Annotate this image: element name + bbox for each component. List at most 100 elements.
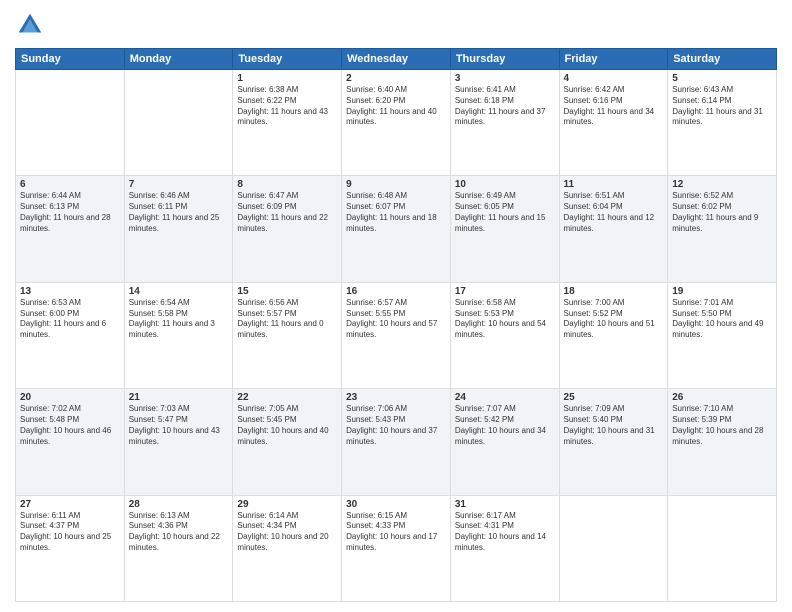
calendar-cell [668,495,777,601]
calendar-cell: 27Sunrise: 6:11 AMSunset: 4:37 PMDayligh… [16,495,125,601]
cell-content: Sunrise: 6:13 AMSunset: 4:36 PMDaylight:… [129,511,229,554]
calendar-cell: 2Sunrise: 6:40 AMSunset: 6:20 PMDaylight… [342,70,451,176]
cell-content: Sunrise: 7:00 AMSunset: 5:52 PMDaylight:… [564,298,664,341]
day-number: 29 [237,499,337,510]
weekday-header: Friday [559,49,668,70]
cell-content: Sunrise: 6:56 AMSunset: 5:57 PMDaylight:… [237,298,337,341]
calendar-header-row: SundayMondayTuesdayWednesdayThursdayFrid… [16,49,777,70]
day-number: 14 [129,286,229,297]
calendar-cell: 5Sunrise: 6:43 AMSunset: 6:14 PMDaylight… [668,70,777,176]
day-number: 27 [20,499,120,510]
calendar-cell: 1Sunrise: 6:38 AMSunset: 6:22 PMDaylight… [233,70,342,176]
cell-content: Sunrise: 6:14 AMSunset: 4:34 PMDaylight:… [237,511,337,554]
cell-content: Sunrise: 6:58 AMSunset: 5:53 PMDaylight:… [455,298,555,341]
day-number: 15 [237,286,337,297]
cell-content: Sunrise: 6:38 AMSunset: 6:22 PMDaylight:… [237,85,337,128]
calendar-cell: 23Sunrise: 7:06 AMSunset: 5:43 PMDayligh… [342,389,451,495]
calendar-week-row: 1Sunrise: 6:38 AMSunset: 6:22 PMDaylight… [16,70,777,176]
cell-content: Sunrise: 6:47 AMSunset: 6:09 PMDaylight:… [237,191,337,234]
cell-content: Sunrise: 6:11 AMSunset: 4:37 PMDaylight:… [20,511,120,554]
cell-content: Sunrise: 6:15 AMSunset: 4:33 PMDaylight:… [346,511,446,554]
calendar-cell: 7Sunrise: 6:46 AMSunset: 6:11 PMDaylight… [124,176,233,282]
calendar-cell: 15Sunrise: 6:56 AMSunset: 5:57 PMDayligh… [233,282,342,388]
day-number: 26 [672,392,772,403]
cell-content: Sunrise: 7:09 AMSunset: 5:40 PMDaylight:… [564,404,664,447]
day-number: 30 [346,499,446,510]
day-number: 23 [346,392,446,403]
day-number: 20 [20,392,120,403]
calendar-cell: 3Sunrise: 6:41 AMSunset: 6:18 PMDaylight… [450,70,559,176]
calendar-cell: 17Sunrise: 6:58 AMSunset: 5:53 PMDayligh… [450,282,559,388]
header [15,10,777,40]
calendar-cell: 22Sunrise: 7:05 AMSunset: 5:45 PMDayligh… [233,389,342,495]
cell-content: Sunrise: 6:43 AMSunset: 6:14 PMDaylight:… [672,85,772,128]
day-number: 19 [672,286,772,297]
day-number: 3 [455,73,555,84]
calendar-week-row: 13Sunrise: 6:53 AMSunset: 6:00 PMDayligh… [16,282,777,388]
calendar-cell: 26Sunrise: 7:10 AMSunset: 5:39 PMDayligh… [668,389,777,495]
cell-content: Sunrise: 6:53 AMSunset: 6:00 PMDaylight:… [20,298,120,341]
calendar-week-row: 27Sunrise: 6:11 AMSunset: 4:37 PMDayligh… [16,495,777,601]
cell-content: Sunrise: 6:48 AMSunset: 6:07 PMDaylight:… [346,191,446,234]
cell-content: Sunrise: 6:54 AMSunset: 5:58 PMDaylight:… [129,298,229,341]
day-number: 22 [237,392,337,403]
weekday-header: Monday [124,49,233,70]
calendar-cell: 12Sunrise: 6:52 AMSunset: 6:02 PMDayligh… [668,176,777,282]
day-number: 24 [455,392,555,403]
calendar-cell: 11Sunrise: 6:51 AMSunset: 6:04 PMDayligh… [559,176,668,282]
calendar-cell: 8Sunrise: 6:47 AMSunset: 6:09 PMDaylight… [233,176,342,282]
calendar-cell [16,70,125,176]
cell-content: Sunrise: 7:05 AMSunset: 5:45 PMDaylight:… [237,404,337,447]
calendar-cell: 16Sunrise: 6:57 AMSunset: 5:55 PMDayligh… [342,282,451,388]
day-number: 9 [346,179,446,190]
day-number: 8 [237,179,337,190]
cell-content: Sunrise: 7:06 AMSunset: 5:43 PMDaylight:… [346,404,446,447]
cell-content: Sunrise: 7:03 AMSunset: 5:47 PMDaylight:… [129,404,229,447]
calendar-cell: 24Sunrise: 7:07 AMSunset: 5:42 PMDayligh… [450,389,559,495]
calendar-cell: 31Sunrise: 6:17 AMSunset: 4:31 PMDayligh… [450,495,559,601]
calendar-cell: 14Sunrise: 6:54 AMSunset: 5:58 PMDayligh… [124,282,233,388]
calendar-cell [124,70,233,176]
cell-content: Sunrise: 6:51 AMSunset: 6:04 PMDaylight:… [564,191,664,234]
weekday-header: Tuesday [233,49,342,70]
day-number: 11 [564,179,664,190]
cell-content: Sunrise: 6:41 AMSunset: 6:18 PMDaylight:… [455,85,555,128]
calendar-cell: 4Sunrise: 6:42 AMSunset: 6:16 PMDaylight… [559,70,668,176]
cell-content: Sunrise: 6:49 AMSunset: 6:05 PMDaylight:… [455,191,555,234]
calendar-cell: 25Sunrise: 7:09 AMSunset: 5:40 PMDayligh… [559,389,668,495]
day-number: 1 [237,73,337,84]
day-number: 28 [129,499,229,510]
weekday-header: Thursday [450,49,559,70]
day-number: 13 [20,286,120,297]
calendar-cell: 13Sunrise: 6:53 AMSunset: 6:00 PMDayligh… [16,282,125,388]
calendar-cell: 9Sunrise: 6:48 AMSunset: 6:07 PMDaylight… [342,176,451,282]
calendar-cell: 18Sunrise: 7:00 AMSunset: 5:52 PMDayligh… [559,282,668,388]
day-number: 6 [20,179,120,190]
cell-content: Sunrise: 7:10 AMSunset: 5:39 PMDaylight:… [672,404,772,447]
cell-content: Sunrise: 6:44 AMSunset: 6:13 PMDaylight:… [20,191,120,234]
day-number: 16 [346,286,446,297]
day-number: 10 [455,179,555,190]
logo [15,10,49,40]
calendar-cell: 21Sunrise: 7:03 AMSunset: 5:47 PMDayligh… [124,389,233,495]
page: SundayMondayTuesdayWednesdayThursdayFrid… [0,0,792,612]
calendar-cell: 10Sunrise: 6:49 AMSunset: 6:05 PMDayligh… [450,176,559,282]
cell-content: Sunrise: 6:52 AMSunset: 6:02 PMDaylight:… [672,191,772,234]
calendar-cell: 20Sunrise: 7:02 AMSunset: 5:48 PMDayligh… [16,389,125,495]
cell-content: Sunrise: 6:46 AMSunset: 6:11 PMDaylight:… [129,191,229,234]
calendar-cell [559,495,668,601]
day-number: 2 [346,73,446,84]
logo-icon [15,10,45,40]
day-number: 25 [564,392,664,403]
cell-content: Sunrise: 7:07 AMSunset: 5:42 PMDaylight:… [455,404,555,447]
cell-content: Sunrise: 7:01 AMSunset: 5:50 PMDaylight:… [672,298,772,341]
day-number: 7 [129,179,229,190]
day-number: 17 [455,286,555,297]
calendar-cell: 28Sunrise: 6:13 AMSunset: 4:36 PMDayligh… [124,495,233,601]
weekday-header: Wednesday [342,49,451,70]
day-number: 31 [455,499,555,510]
calendar-table: SundayMondayTuesdayWednesdayThursdayFrid… [15,48,777,602]
cell-content: Sunrise: 7:02 AMSunset: 5:48 PMDaylight:… [20,404,120,447]
cell-content: Sunrise: 6:40 AMSunset: 6:20 PMDaylight:… [346,85,446,128]
weekday-header: Sunday [16,49,125,70]
